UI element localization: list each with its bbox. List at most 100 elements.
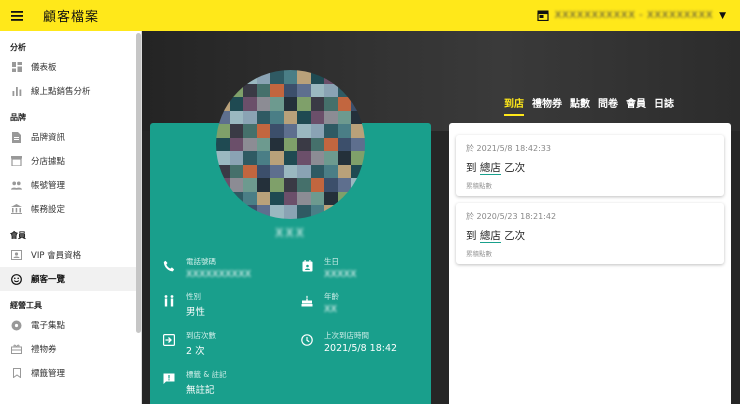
age-value: XX bbox=[324, 304, 338, 315]
sidebar-scrollbar[interactable] bbox=[136, 33, 141, 333]
badge-icon bbox=[11, 250, 22, 261]
bar-chart-icon bbox=[11, 86, 22, 97]
sidebar-item-label: 標籤管理 bbox=[31, 369, 66, 379]
customer-name: XXX bbox=[275, 226, 306, 240]
birthday-value: XXXXX bbox=[324, 269, 357, 280]
hamburger-icon bbox=[11, 6, 23, 25]
page-title: 顧客檔案 bbox=[43, 10, 100, 25]
store-icon bbox=[536, 6, 549, 25]
sidebar-item-label: 線上點銷售分析 bbox=[31, 87, 91, 97]
chevron-down-icon: ▼ bbox=[719, 10, 726, 21]
visit-note: 累積點數 bbox=[466, 182, 492, 190]
store-icon bbox=[11, 156, 22, 167]
sidebar-item-vip[interactable]: VIP 會員資格 bbox=[0, 243, 141, 267]
bank-icon bbox=[11, 204, 22, 215]
phone-icon bbox=[162, 260, 176, 274]
visit-card[interactable]: 於 2020/5/23 18:21:42 到 總店 乙次 累積點數 bbox=[456, 203, 724, 264]
last-visit-label: 上次到店時間 bbox=[324, 331, 369, 340]
tags-value: 無註記 bbox=[186, 385, 215, 396]
sidebar-item-brand-info[interactable]: 品牌資訊 bbox=[0, 125, 141, 149]
visit-count-value: 2 次 bbox=[186, 346, 205, 357]
dashboard-icon bbox=[11, 62, 22, 73]
age-field: 年齡 XX bbox=[300, 291, 339, 315]
last-visit-field: 上次到店時間 2021/5/8 18:42 bbox=[300, 330, 397, 354]
visit-title: 到 總店 乙次 bbox=[466, 160, 714, 175]
sidebar-item-label: VIP 會員資格 bbox=[31, 251, 82, 261]
people-icon bbox=[11, 180, 22, 191]
sidebar-item-label: 禮物券 bbox=[31, 345, 57, 355]
visit-time: 於 2021/5/8 18:42:33 bbox=[466, 144, 551, 153]
tab-points[interactable]: 點數 bbox=[570, 95, 590, 116]
sidebar-item-label: 品牌資訊 bbox=[31, 133, 66, 143]
section-label-brand: 品牌 bbox=[10, 113, 26, 122]
sidebar-item-label: 儀表板 bbox=[31, 63, 57, 73]
visit-card[interactable]: 於 2021/5/8 18:42:33 到 總店 乙次 累積點數 bbox=[456, 135, 724, 196]
sidebar-item-accounts[interactable]: 帳號管理 bbox=[0, 173, 141, 197]
tab-bar: 到店 禮物券 點數 問卷 會員 日誌 bbox=[504, 95, 674, 116]
sidebar-item-label: 電子集點 bbox=[31, 321, 66, 331]
gender-value: 男性 bbox=[186, 307, 206, 318]
bookmark-icon bbox=[11, 368, 22, 379]
gender-field: 性別 男性 bbox=[162, 291, 205, 318]
calendar-icon bbox=[300, 260, 314, 274]
last-visit-value: 2021/5/8 18:42 bbox=[324, 343, 398, 354]
customer-profile-card: XXX 電話號碼 XXXXXXXXXX 生日 XXXXX 性別 男性 年齡 XX… bbox=[150, 70, 431, 404]
clock-icon bbox=[300, 334, 314, 348]
store-selector[interactable]: XXXXXXXXXXX - XXXXXXXXX ▼ bbox=[536, 6, 726, 25]
menu-button[interactable] bbox=[0, 0, 34, 31]
sidebar-item-billing[interactable]: 帳務設定 bbox=[0, 197, 141, 221]
sidebar-item-label: 分店據點 bbox=[31, 157, 66, 167]
main-content: 到店 禮物券 點數 問卷 會員 日誌 XXX 電話號碼 XXXXXXXXXX 生… bbox=[142, 31, 740, 404]
visit-store-link[interactable]: 總店 bbox=[479, 230, 501, 243]
sidebar-item-label: 帳務設定 bbox=[31, 205, 66, 215]
visit-note: 累積點數 bbox=[466, 250, 492, 258]
sidebar-item-label: 帳號管理 bbox=[31, 181, 66, 191]
age-label: 年齡 bbox=[324, 292, 339, 301]
section-label-analytics: 分析 bbox=[10, 43, 26, 52]
gift-icon bbox=[11, 344, 22, 355]
birthday-field: 生日 XXXXX bbox=[300, 256, 357, 280]
visit-suffix: 乙次 bbox=[504, 230, 526, 242]
sidebar: 分析 儀表板 線上點銷售分析 品牌 品牌資訊 分店據點 帳號管理 帳務設定 會員… bbox=[0, 31, 142, 404]
gender-icon bbox=[162, 295, 176, 309]
sidebar-item-stamps[interactable]: 電子集點 bbox=[0, 313, 141, 337]
avatar bbox=[216, 70, 365, 219]
enter-icon bbox=[162, 334, 176, 348]
store-selector-label: XXXXXXXXXXX - XXXXXXXXX bbox=[554, 10, 714, 21]
sidebar-item-customers[interactable]: 顧客一覽 bbox=[0, 267, 141, 291]
visit-prefix: 到 bbox=[466, 162, 477, 174]
visit-count-label: 到店次數 bbox=[186, 331, 216, 340]
visit-count-field: 到店次數 2 次 bbox=[162, 330, 216, 357]
sidebar-item-online-sales[interactable]: 線上點銷售分析 bbox=[0, 79, 141, 103]
cake-icon bbox=[300, 295, 314, 309]
visit-time: 於 2020/5/23 18:21:42 bbox=[466, 212, 557, 221]
phone-value: XXXXXXXXXX bbox=[186, 269, 252, 280]
birthday-label: 生日 bbox=[324, 257, 339, 266]
sidebar-item-tags[interactable]: 標籤管理 bbox=[0, 361, 141, 385]
visit-store-link[interactable]: 總店 bbox=[479, 162, 501, 175]
tags-label: 標籤 & 註記 bbox=[186, 370, 227, 379]
visit-prefix: 到 bbox=[466, 230, 477, 242]
stamp-icon bbox=[11, 320, 22, 331]
sidebar-item-label: 顧客一覽 bbox=[31, 275, 66, 285]
tab-gift-vouchers[interactable]: 禮物券 bbox=[532, 95, 562, 116]
sidebar-item-branches[interactable]: 分店據點 bbox=[0, 149, 141, 173]
tab-membership[interactable]: 會員 bbox=[626, 95, 646, 116]
sidebar-item-dashboard[interactable]: 儀表板 bbox=[0, 55, 141, 79]
visit-suffix: 乙次 bbox=[504, 162, 526, 174]
section-label-members: 會員 bbox=[10, 231, 26, 240]
note-icon bbox=[162, 373, 176, 387]
visit-history-panel: 於 2021/5/8 18:42:33 到 總店 乙次 累積點數 於 2020/… bbox=[449, 123, 731, 404]
document-icon bbox=[11, 131, 22, 143]
phone-label: 電話號碼 bbox=[186, 257, 216, 266]
top-app-bar: 顧客檔案 XXXXXXXXXXX - XXXXXXXXX ▼ bbox=[0, 0, 740, 31]
visit-title: 到 總店 乙次 bbox=[466, 228, 714, 243]
gender-label: 性別 bbox=[186, 292, 201, 301]
tab-surveys[interactable]: 問卷 bbox=[598, 95, 618, 116]
smiley-icon bbox=[11, 273, 22, 285]
sidebar-item-gifts[interactable]: 禮物券 bbox=[0, 337, 141, 361]
phone-field: 電話號碼 XXXXXXXXXX bbox=[162, 256, 251, 280]
tab-logs[interactable]: 日誌 bbox=[654, 95, 674, 116]
tab-visits[interactable]: 到店 bbox=[504, 95, 524, 116]
tags-field: 標籤 & 註記 無註記 bbox=[162, 369, 227, 396]
